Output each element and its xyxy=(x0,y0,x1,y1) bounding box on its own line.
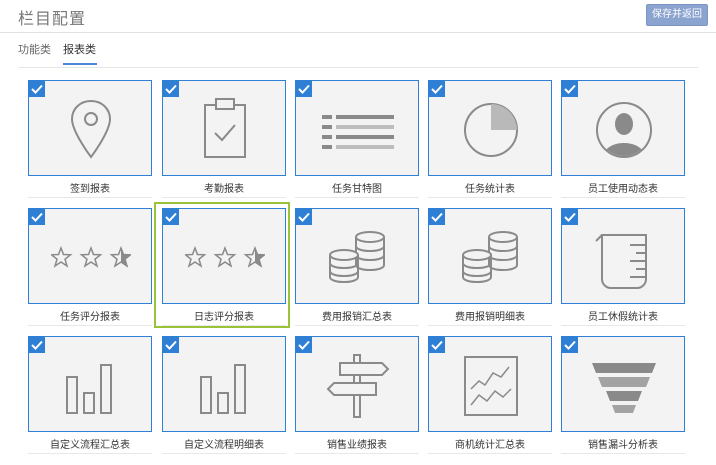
card-divider xyxy=(561,325,685,326)
report-card-thumbnail xyxy=(428,208,552,304)
signpost-icon xyxy=(318,349,398,423)
coin-stack-icon xyxy=(451,221,531,295)
header-divider xyxy=(0,32,716,33)
checkbox-checked-icon[interactable] xyxy=(429,337,445,353)
gantt-list-icon xyxy=(318,93,398,167)
checkbox-checked-icon[interactable] xyxy=(296,209,312,225)
report-card-thumbnail xyxy=(28,80,152,176)
report-card-thumbnail xyxy=(28,336,152,432)
report-card[interactable]: 费用报销明细表 xyxy=(428,208,552,326)
report-card[interactable]: 任务甘特图 xyxy=(295,80,419,198)
report-card-label: 考勤报表 xyxy=(204,184,244,195)
report-card-thumbnail xyxy=(162,336,286,432)
checkbox-checked-icon[interactable] xyxy=(29,81,45,97)
report-card[interactable]: 员工使用动态表 xyxy=(561,80,685,198)
checkbox-checked-icon[interactable] xyxy=(562,209,578,225)
tab-divider xyxy=(18,67,698,68)
report-card-thumbnail xyxy=(295,208,419,304)
card-divider xyxy=(561,453,685,454)
card-divider xyxy=(428,197,552,198)
report-card-label: 费用报销汇总表 xyxy=(322,312,392,323)
card-divider xyxy=(295,325,419,326)
report-card[interactable]: 员工休假统计表 xyxy=(561,208,685,326)
report-card-thumbnail xyxy=(561,208,685,304)
card-divider xyxy=(295,197,419,198)
checkbox-checked-icon[interactable] xyxy=(29,209,45,225)
report-card-label: 任务统计表 xyxy=(465,184,515,195)
report-card[interactable]: 商机统计汇总表 xyxy=(428,336,552,454)
checkbox-checked-icon[interactable] xyxy=(562,81,578,97)
report-card[interactable]: 签到报表 xyxy=(28,80,152,198)
report-card[interactable]: 销售漏斗分析表 xyxy=(561,336,685,454)
save-and-return-button[interactable]: 保存并返回 xyxy=(646,4,708,26)
card-divider xyxy=(28,325,152,326)
card-divider xyxy=(28,197,152,198)
line-chart-icon xyxy=(451,349,531,423)
report-card[interactable]: 费用报销汇总表 xyxy=(295,208,419,326)
report-card-thumbnail xyxy=(561,336,685,432)
report-card-thumbnail xyxy=(295,80,419,176)
card-divider xyxy=(561,197,685,198)
measuring-cup-icon xyxy=(584,221,664,295)
bar-chart-icon xyxy=(185,349,265,423)
card-divider xyxy=(28,453,152,454)
report-card-thumbnail xyxy=(162,80,286,176)
report-card[interactable]: 任务评分报表 xyxy=(28,208,152,326)
checkbox-checked-icon[interactable] xyxy=(163,337,179,353)
report-card-label: 自定义流程汇总表 xyxy=(50,440,130,451)
report-card[interactable]: 自定义流程明细表 xyxy=(162,336,286,454)
report-card-thumbnail xyxy=(295,336,419,432)
report-card-label: 员工休假统计表 xyxy=(588,312,658,323)
user-avatar-icon xyxy=(584,93,664,167)
checkbox-checked-icon[interactable] xyxy=(429,209,445,225)
report-card-label: 销售漏斗分析表 xyxy=(588,440,658,451)
card-divider xyxy=(428,453,552,454)
checkbox-checked-icon[interactable] xyxy=(429,81,445,97)
pie-chart-icon xyxy=(451,93,531,167)
card-divider xyxy=(162,453,286,454)
clipboard-check-icon xyxy=(185,93,265,167)
report-card-label: 任务甘特图 xyxy=(332,184,382,195)
report-card-label: 任务评分报表 xyxy=(60,312,120,323)
report-card-thumbnail xyxy=(428,336,552,432)
checkbox-checked-icon[interactable] xyxy=(163,81,179,97)
report-card[interactable]: 自定义流程汇总表 xyxy=(28,336,152,454)
card-divider xyxy=(162,197,286,198)
report-card[interactable]: 考勤报表 xyxy=(162,80,286,198)
checkbox-checked-icon[interactable] xyxy=(296,337,312,353)
bar-chart-icon xyxy=(51,349,131,423)
sales-funnel-icon xyxy=(584,349,664,423)
tab-report[interactable]: 报表类 xyxy=(63,41,96,57)
checkbox-checked-icon[interactable] xyxy=(562,337,578,353)
card-divider xyxy=(428,325,552,326)
hover-highlight-frame xyxy=(154,202,290,328)
report-card-thumbnail xyxy=(428,80,552,176)
page-title: 栏目配置 xyxy=(18,9,87,28)
card-divider xyxy=(295,453,419,454)
active-tab-indicator xyxy=(63,63,97,65)
location-pin-icon xyxy=(51,93,131,167)
tab-function[interactable]: 功能类 xyxy=(18,41,51,57)
coin-stack-icon xyxy=(318,221,398,295)
report-card-label: 商机统计汇总表 xyxy=(455,440,525,451)
report-card-thumbnail xyxy=(561,80,685,176)
checkbox-checked-icon[interactable] xyxy=(296,81,312,97)
checkbox-checked-icon[interactable] xyxy=(29,337,45,353)
report-card[interactable]: 任务统计表 xyxy=(428,80,552,198)
star-rating-icon xyxy=(49,221,133,295)
report-card-label: 员工使用动态表 xyxy=(588,184,658,195)
report-card-label: 自定义流程明细表 xyxy=(184,440,264,451)
report-card[interactable]: 销售业绩报表 xyxy=(295,336,419,454)
report-card-label: 销售业绩报表 xyxy=(327,440,387,451)
report-card-label: 签到报表 xyxy=(70,184,110,195)
report-card-thumbnail xyxy=(28,208,152,304)
report-card-label: 费用报销明细表 xyxy=(455,312,525,323)
